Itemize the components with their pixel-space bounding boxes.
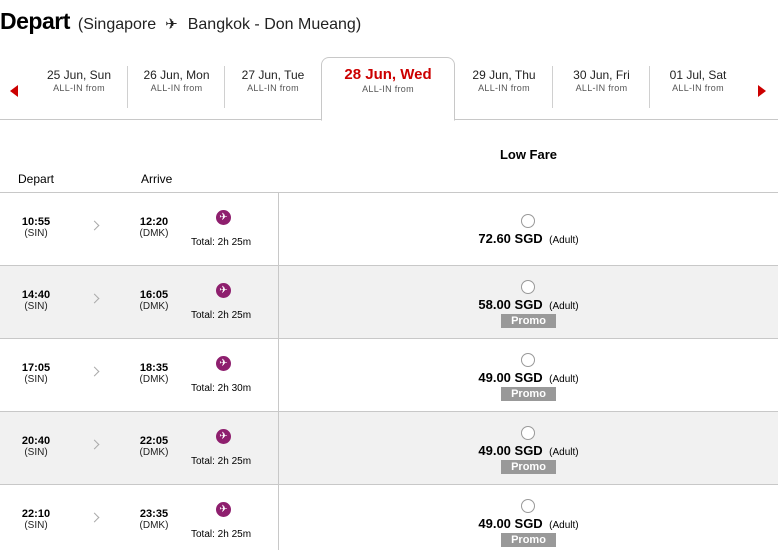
arrive-time: 16:05 bbox=[139, 289, 169, 301]
date-tab-5[interactable]: 30 Jun, Fri ALL-IN from bbox=[553, 57, 650, 120]
flight-duration: Total: 2h 25m bbox=[191, 529, 252, 540]
airline-logo-icon[interactable]: ✈ bbox=[216, 356, 231, 371]
flight-row: 22:10 (SIN) 23:35 (DMK) ✈ Total: 2h 25m … bbox=[0, 485, 778, 550]
arrive-time: 23:35 bbox=[139, 508, 169, 520]
date-sublabel: ALL-IN from bbox=[672, 83, 724, 93]
depart-airport: (SIN) bbox=[24, 228, 48, 239]
arrive-airport: (DMK) bbox=[139, 228, 169, 239]
depart-time: 17:05 bbox=[21, 362, 51, 374]
date-label: 26 Jun, Mon bbox=[143, 68, 210, 82]
page-title: Depart bbox=[0, 8, 70, 34]
arrive-airport: (DMK) bbox=[139, 447, 169, 458]
chevron-right-icon bbox=[89, 512, 100, 523]
date-tab-selected[interactable]: 28 Jun, Wed ALL-IN from bbox=[321, 57, 455, 121]
date-label: 29 Jun, Thu bbox=[472, 68, 536, 82]
depart-column-header: Depart bbox=[18, 172, 55, 186]
chevron-right-icon bbox=[89, 220, 100, 231]
depart-airport: (SIN) bbox=[24, 301, 48, 312]
fare-amount: 49.00 SGD bbox=[478, 370, 543, 385]
date-sublabel: ALL-IN from bbox=[478, 83, 530, 93]
date-tab-4[interactable]: 29 Jun, Thu ALL-IN from bbox=[455, 57, 553, 120]
fare-pax-type: (Adult) bbox=[549, 520, 579, 531]
date-tab-0[interactable]: 25 Jun, Sun ALL-IN from bbox=[30, 57, 128, 120]
depart-airport: (SIN) bbox=[24, 447, 48, 458]
airplane-icon: ✈ bbox=[165, 16, 178, 33]
flight-row: 10:55 (SIN) 12:20 (DMK) ✈ Total: 2h 25m … bbox=[0, 193, 778, 266]
fare-radio[interactable] bbox=[521, 499, 535, 513]
chevron-right-icon bbox=[89, 366, 100, 377]
flight-duration: Total: 2h 30m bbox=[191, 383, 252, 394]
fare-amount: 72.60 SGD bbox=[478, 231, 543, 246]
flight-duration: Total: 2h 25m bbox=[191, 456, 252, 467]
date-sublabel: ALL-IN from bbox=[362, 84, 414, 94]
triangle-right-icon[interactable] bbox=[758, 85, 766, 97]
arrive-time: 18:35 bbox=[139, 362, 169, 374]
fare-radio[interactable] bbox=[521, 214, 535, 228]
fare-price: 58.00 SGD (Adult) bbox=[279, 296, 778, 314]
arrive-time: 22:05 bbox=[139, 435, 169, 447]
column-divider bbox=[278, 193, 279, 265]
fare-radio[interactable] bbox=[521, 280, 535, 294]
page-header: Depart (Singapore ✈ Bangkok - Don Mueang… bbox=[0, 8, 361, 38]
flight-row: 17:05 (SIN) 18:35 (DMK) ✈ Total: 2h 30m … bbox=[0, 339, 778, 412]
flight-duration: Total: 2h 25m bbox=[191, 310, 252, 321]
route-summary: (Singapore ✈ Bangkok - Don Mueang) bbox=[78, 15, 361, 34]
date-tab-6[interactable]: 01 Jul, Sat ALL-IN from bbox=[650, 57, 746, 120]
depart-time: 10:55 bbox=[21, 216, 51, 228]
airline-logo-icon[interactable]: ✈ bbox=[216, 502, 231, 517]
depart-time: 20:40 bbox=[21, 435, 51, 447]
fare-radio[interactable] bbox=[521, 426, 535, 440]
airline-logo-icon[interactable]: ✈ bbox=[216, 429, 231, 444]
airline-logo-icon[interactable]: ✈ bbox=[216, 210, 231, 225]
fare-price: 49.00 SGD (Adult) bbox=[279, 369, 778, 387]
fare-amount: 49.00 SGD bbox=[478, 443, 543, 458]
arrive-airport: (DMK) bbox=[139, 301, 169, 312]
airline-logo-icon[interactable]: ✈ bbox=[216, 283, 231, 298]
date-sublabel: ALL-IN from bbox=[150, 83, 203, 93]
route-destination: Bangkok - Don Mueang) bbox=[187, 16, 362, 33]
chevron-right-icon bbox=[89, 293, 100, 304]
date-selector: 25 Jun, Sun ALL-IN from 26 Jun, Mon ALL-… bbox=[0, 57, 778, 121]
date-tab-1[interactable]: 26 Jun, Mon ALL-IN from bbox=[128, 57, 225, 120]
fare-price: 49.00 SGD (Adult) bbox=[279, 442, 778, 460]
flight-row: 14:40 (SIN) 16:05 (DMK) ✈ Total: 2h 25m … bbox=[0, 266, 778, 339]
promo-badge: Promo bbox=[501, 387, 556, 401]
date-label: 27 Jun, Tue bbox=[241, 68, 305, 82]
promo-badge: Promo bbox=[501, 533, 556, 547]
arrive-column-header: Arrive bbox=[141, 172, 173, 186]
date-sublabel: ALL-IN from bbox=[53, 83, 105, 93]
arrive-airport: (DMK) bbox=[139, 520, 169, 531]
flight-duration: Total: 2h 25m bbox=[191, 237, 252, 248]
depart-airport: (SIN) bbox=[24, 374, 48, 385]
fare-radio[interactable] bbox=[521, 353, 535, 367]
date-tab-2[interactable]: 27 Jun, Tue ALL-IN from bbox=[225, 57, 321, 120]
fare-price: 72.60 SGD (Adult) bbox=[279, 230, 778, 248]
date-label: 25 Jun, Sun bbox=[46, 68, 112, 82]
depart-time: 14:40 bbox=[21, 289, 51, 301]
date-sublabel: ALL-IN from bbox=[575, 83, 628, 93]
fare-pax-type: (Adult) bbox=[549, 447, 579, 458]
flight-row: 20:40 (SIN) 22:05 (DMK) ✈ Total: 2h 25m … bbox=[0, 412, 778, 485]
depart-time: 22:10 bbox=[21, 508, 51, 520]
arrive-time: 12:20 bbox=[139, 216, 169, 228]
chevron-right-icon bbox=[89, 439, 100, 450]
fare-price: 49.00 SGD (Adult) bbox=[279, 515, 778, 533]
promo-badge: Promo bbox=[501, 314, 556, 328]
promo-badge: Promo bbox=[501, 460, 556, 474]
date-label: 30 Jun, Fri bbox=[573, 68, 630, 82]
arrive-airport: (DMK) bbox=[139, 374, 169, 385]
fare-pax-type: (Adult) bbox=[549, 235, 579, 246]
depart-airport: (SIN) bbox=[24, 520, 48, 531]
triangle-left-icon[interactable] bbox=[10, 85, 18, 97]
date-sublabel: ALL-IN from bbox=[247, 83, 299, 93]
date-label: 28 Jun, Wed bbox=[344, 66, 432, 83]
fare-pax-type: (Adult) bbox=[549, 374, 579, 385]
fare-column-header: Low Fare bbox=[499, 147, 558, 162]
route-origin: (Singapore bbox=[77, 16, 157, 33]
fare-amount: 49.00 SGD bbox=[478, 516, 543, 531]
fare-pax-type: (Adult) bbox=[549, 301, 579, 312]
fare-amount: 58.00 SGD bbox=[478, 297, 543, 312]
date-label: 01 Jul, Sat bbox=[669, 68, 727, 82]
